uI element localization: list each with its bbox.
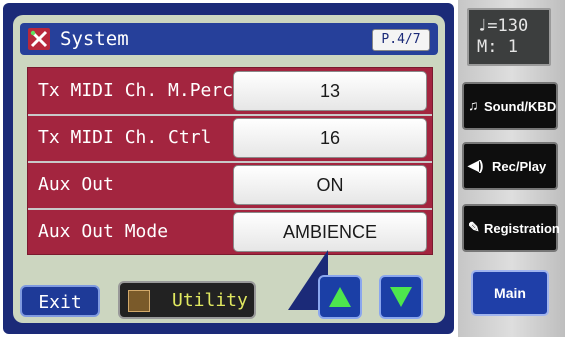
parameter-row: Aux Out ON xyxy=(28,162,432,208)
sound-kbd-label: Sound/KBD xyxy=(484,99,557,114)
parameter-label: Aux Out xyxy=(38,174,114,195)
parameter-value-button[interactable]: 13 xyxy=(233,71,427,111)
measure-readout: M: 1 xyxy=(477,37,518,57)
utility-icon xyxy=(128,290,150,312)
title-bar: System P.4/7 xyxy=(20,23,438,55)
parameter-label: Tx MIDI Ch. M.Perc xyxy=(38,80,234,101)
main-button[interactable]: Main xyxy=(471,270,549,316)
exit-button[interactable]: Exit xyxy=(20,285,100,317)
utility-label: Utility xyxy=(172,290,248,311)
rec-play-button[interactable]: ◀) Rec/Play xyxy=(462,142,558,190)
parameter-row: Tx MIDI Ch. Ctrl 16 xyxy=(28,115,432,161)
registration-button[interactable]: ✎ Registration xyxy=(462,204,560,252)
main-screen: System P.4/7 Tx MIDI Ch. M.Perc 13 Tx MI… xyxy=(3,3,454,334)
registration-icon: ✎ xyxy=(468,219,480,235)
arrow-up-icon xyxy=(329,287,351,307)
parameter-row: Tx MIDI Ch. M.Perc 13 xyxy=(28,68,432,114)
system-panel: System P.4/7 Tx MIDI Ch. M.Perc 13 Tx MI… xyxy=(13,15,445,323)
speaker-icon: ◀) xyxy=(468,157,484,173)
side-panel: ♩=130 M: 1 ♫ Sound/KBD ◀) Rec/Play ✎ Reg… xyxy=(458,0,565,337)
parameter-value-button[interactable]: ON xyxy=(233,165,427,205)
system-tools-icon xyxy=(28,28,50,50)
rec-play-label: Rec/Play xyxy=(492,159,547,174)
sound-kbd-button[interactable]: ♫ Sound/KBD xyxy=(462,82,558,130)
registration-label: Registration xyxy=(484,221,560,236)
parameter-table: Tx MIDI Ch. M.Perc 13 Tx MIDI Ch. Ctrl 1… xyxy=(27,67,433,255)
parameter-value-button[interactable]: AMBIENCE xyxy=(233,212,427,252)
tempo-display: ♩=130 M: 1 xyxy=(467,8,551,66)
parameter-label: Aux Out Mode xyxy=(38,221,169,242)
scroll-up-button[interactable] xyxy=(318,275,362,319)
music-note-icon: ♫ xyxy=(468,97,479,113)
scroll-down-button[interactable] xyxy=(379,275,423,319)
parameter-label: Tx MIDI Ch. Ctrl xyxy=(38,127,212,148)
parameter-value-button[interactable]: 16 xyxy=(233,118,427,158)
page-title: System xyxy=(60,28,129,50)
arrow-down-icon xyxy=(390,287,412,307)
page-indicator: P.4/7 xyxy=(372,29,430,51)
tempo-readout: ♩=130 xyxy=(477,16,529,36)
parameter-row: Aux Out Mode AMBIENCE xyxy=(28,209,432,255)
device-frame: System P.4/7 Tx MIDI Ch. M.Perc 13 Tx MI… xyxy=(0,0,565,337)
utility-button[interactable]: Utility xyxy=(118,281,256,319)
